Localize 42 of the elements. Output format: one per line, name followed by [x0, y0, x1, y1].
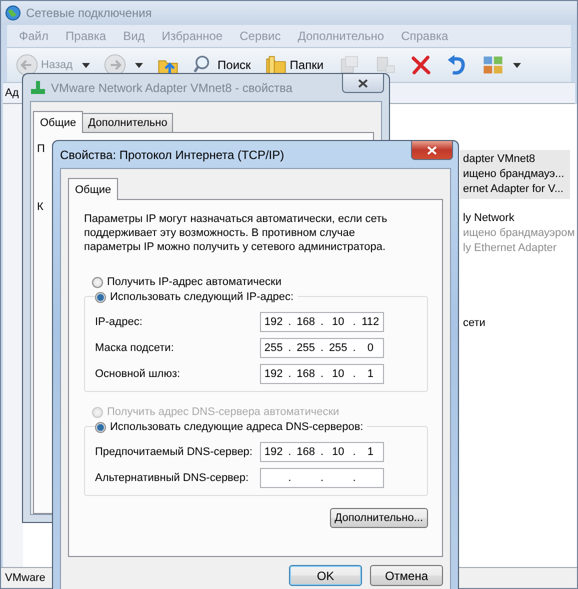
window-title: VMware Network Adapter VMnet8 - свойства — [51, 80, 292, 94]
undo-arrow-icon — [446, 54, 468, 76]
advanced-button[interactable]: Дополнительно... — [330, 508, 428, 528]
caret-icon — [82, 62, 90, 68]
label-text: П — [37, 143, 45, 155]
close-icon — [427, 146, 437, 154]
status-text: VMware — [4, 572, 46, 584]
radio-button[interactable]: Использовать следующие адреса DNS-серверов: — [95, 419, 368, 435]
tab[interactable]: Общие — [68, 178, 118, 200]
tab[interactable]: Дополнительно — [82, 113, 174, 132]
cancel-button[interactable]: Отмена — [370, 565, 443, 586]
field-label: Альтернативный DNS-сервер: — [95, 472, 249, 484]
ip-address-field[interactable]: . . . — [260, 468, 384, 488]
window-title: Сетевые подключения — [26, 6, 152, 20]
tiles-icon — [482, 54, 504, 76]
field-label: IP-адрес: — [95, 316, 142, 328]
connection-item[interactable]: сети — [460, 314, 492, 333]
field-label: Основной шлюз: — [95, 368, 180, 380]
cross-icon — [410, 54, 432, 76]
ip-address-field[interactable]: 255 . 255 . 255 . 0 — [260, 338, 384, 358]
caret-icon — [134, 62, 143, 68]
ip-address-field[interactable]: 192 . 168 . 10 . 1 — [260, 364, 384, 384]
connection-item[interactable]: dapter VMnet8 ищено брандмауэ... ernet Adapter for V... — [460, 150, 570, 199]
ip-address-field[interactable]: 192 . 168 . 10 . 1 — [260, 442, 384, 462]
folder-icon — [264, 54, 287, 76]
field-label: Маска подсети: — [95, 342, 174, 354]
window-title: Свойства: Протокол Интернета (TCP/IP) — [60, 148, 284, 162]
ok-button[interactable]: OK — [289, 565, 362, 586]
address-label: Ад — [4, 87, 19, 99]
radio-button[interactable]: Получить IP-адрес автоматически — [92, 274, 428, 290]
description-text: Параметры IP могут назначаться автоматически, если сеть поддерживает эту возможность. В противном случае параметры IP можно получить у сетевого администратора. — [84, 212, 388, 254]
globe-icon — [5, 5, 21, 21]
ip-address-field[interactable]: 192 . 168 . 10 . 112 — [260, 312, 384, 332]
toolbar-button[interactable]: Поиск — [190, 54, 254, 76]
network-adapter-icon — [30, 80, 46, 94]
label-text: К — [37, 201, 44, 213]
close-icon — [358, 78, 368, 88]
radio-button[interactable]: Использовать следующий IP-адрес: — [95, 289, 298, 305]
field-label: Предпочитаемый DNS-сервер: — [95, 446, 252, 458]
tab[interactable]: Общие — [33, 111, 84, 133]
caret-icon — [512, 62, 521, 68]
close-button[interactable] — [411, 141, 453, 160]
